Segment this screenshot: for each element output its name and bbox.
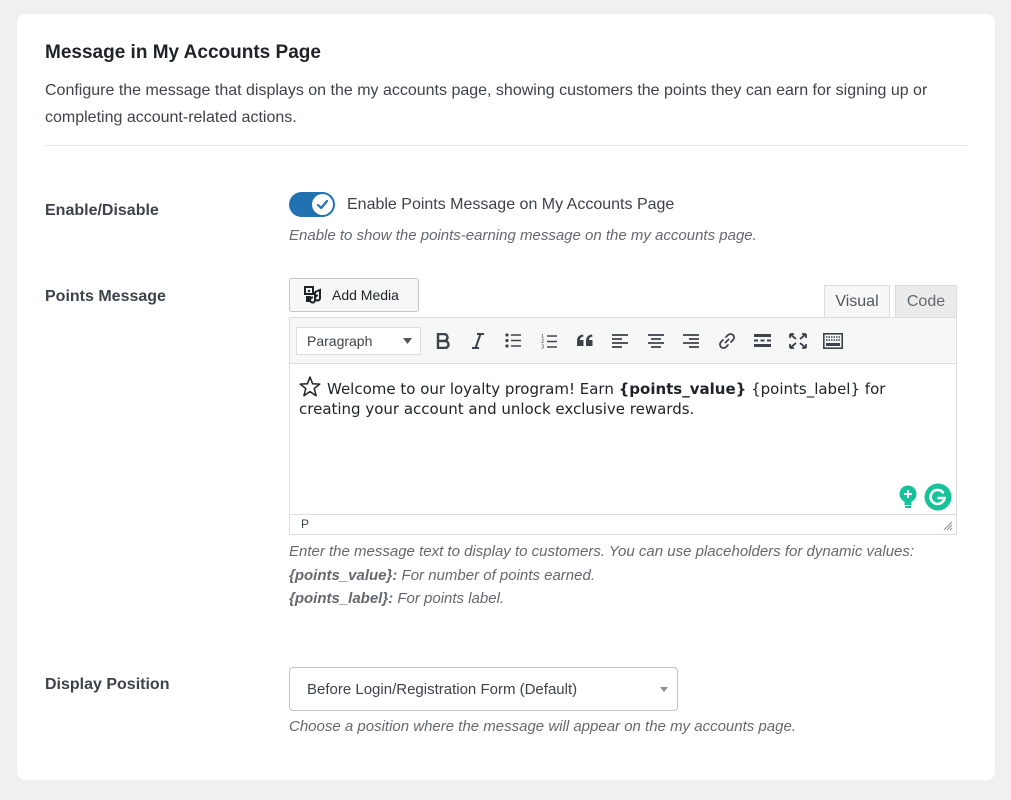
settings-card: Message in My Accounts Page Configure th… bbox=[17, 14, 995, 780]
format-select[interactable]: Paragraph bbox=[296, 326, 421, 355]
align-right-button[interactable] bbox=[674, 326, 710, 356]
points-value-placeholder: {points_value} bbox=[618, 380, 747, 398]
divider bbox=[45, 145, 967, 146]
link-button[interactable] bbox=[709, 326, 745, 356]
checkmark-icon bbox=[316, 199, 329, 210]
align-left-icon bbox=[612, 333, 629, 348]
read-more-button[interactable] bbox=[745, 326, 781, 356]
tab-code[interactable]: Code bbox=[895, 285, 957, 318]
toggle-knob bbox=[312, 194, 333, 215]
align-right-icon bbox=[683, 333, 700, 348]
align-left-button[interactable] bbox=[603, 326, 639, 356]
toolbar-toggle-icon bbox=[823, 332, 844, 349]
help-ph2-key: {points_label}: bbox=[289, 590, 394, 607]
help-placeholder-label: {points_label}: For points label. bbox=[289, 587, 949, 611]
bullet-list-icon bbox=[505, 333, 522, 348]
link-icon bbox=[718, 332, 735, 349]
tab-visual[interactable]: Visual bbox=[824, 285, 890, 318]
editor-content[interactable]: Welcome to our loyalty program! Earn {po… bbox=[290, 364, 956, 514]
lightbulb-icon bbox=[899, 485, 917, 508]
numbered-list-button[interactable]: 123 bbox=[532, 326, 568, 356]
align-center-button[interactable] bbox=[638, 326, 674, 356]
numbered-list-icon: 123 bbox=[541, 334, 557, 349]
help-ph1-desc: For number of points earned. bbox=[397, 566, 595, 584]
resize-handle-icon[interactable] bbox=[943, 521, 953, 531]
bullet-list-button[interactable] bbox=[496, 326, 532, 356]
help-ph2-desc: For points label. bbox=[393, 590, 505, 607]
add-media-icon bbox=[304, 286, 322, 304]
bold-icon bbox=[436, 332, 450, 349]
element-path[interactable]: P bbox=[301, 517, 309, 531]
help-ph1-key: {points_value}: bbox=[289, 566, 398, 584]
enable-help-text: Enable to show the points-earning messag… bbox=[289, 227, 757, 244]
display-position-label: Display Position bbox=[45, 676, 170, 693]
editor-statusbar: P bbox=[290, 514, 956, 534]
format-select-value: Paragraph bbox=[307, 332, 373, 349]
italic-icon bbox=[472, 332, 485, 349]
points-message-label: Points Message bbox=[45, 288, 166, 305]
toolbar-toggle-button[interactable] bbox=[816, 326, 852, 356]
read-more-icon bbox=[753, 333, 771, 347]
add-media-button[interactable]: Add Media bbox=[289, 278, 419, 312]
enable-points-message-toggle[interactable] bbox=[289, 192, 335, 217]
help-placeholder-value: {points_value}: For number of points ear… bbox=[289, 564, 949, 588]
blockquote-button[interactable] bbox=[567, 326, 603, 356]
display-position-select[interactable]: Before Login/Registration Form (Default) bbox=[289, 667, 678, 711]
display-position-value: Before Login/Registration Form (Default) bbox=[307, 680, 578, 698]
italic-button[interactable] bbox=[461, 326, 497, 356]
star-icon bbox=[299, 376, 321, 397]
section-title: Message in My Accounts Page bbox=[45, 42, 321, 63]
align-center-icon bbox=[647, 333, 664, 348]
editor-toolbar: Paragraph 123 bbox=[290, 318, 956, 364]
message-editor: Paragraph 123 Welcome to our loyalty pro… bbox=[289, 317, 957, 535]
help-intro: Enter the message text to display to cus… bbox=[289, 543, 915, 560]
section-description: Configure the message that displays on t… bbox=[45, 82, 928, 126]
add-media-label: Add Media bbox=[332, 287, 399, 303]
bold-button[interactable] bbox=[425, 326, 461, 356]
toggle-label: Enable Points Message on My Accounts Pag… bbox=[347, 196, 675, 213]
fullscreen-button[interactable] bbox=[780, 326, 816, 356]
enable-disable-label: Enable/Disable bbox=[45, 202, 159, 219]
blockquote-icon bbox=[576, 334, 593, 346]
points-message-help: Enter the message text to display to cus… bbox=[289, 540, 949, 611]
grammarly-icon bbox=[924, 483, 952, 511]
svg-text:3: 3 bbox=[541, 344, 544, 349]
message-text-start: Welcome to our loyalty program! Earn bbox=[327, 380, 619, 398]
display-position-help: Choose a position where the message will… bbox=[289, 718, 796, 735]
grammarly-widget[interactable] bbox=[894, 482, 954, 512]
fullscreen-icon bbox=[788, 332, 807, 349]
chevron-down-icon bbox=[403, 337, 412, 344]
chevron-down-icon bbox=[660, 686, 668, 692]
